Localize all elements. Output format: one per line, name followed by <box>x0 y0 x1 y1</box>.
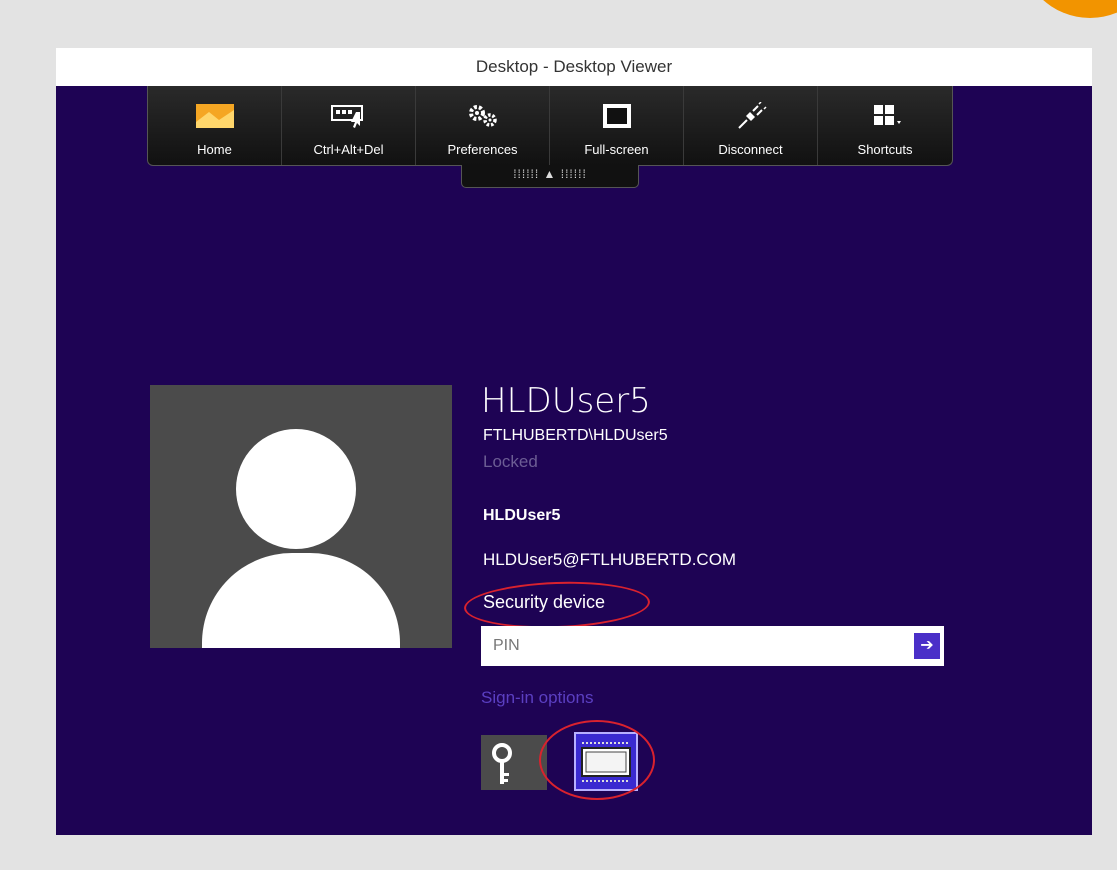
disconnect-button[interactable]: Disconnect <box>684 86 818 165</box>
plug-icon <box>738 102 767 129</box>
lock-status: Locked <box>483 452 538 471</box>
pin-input[interactable] <box>481 626 891 666</box>
corner-decoration <box>1020 0 1117 18</box>
gears-icon <box>469 105 497 127</box>
preferences-button[interactable]: Preferences <box>416 86 550 165</box>
full-screen-label: Full-screen <box>584 142 649 157</box>
keyboard-icon <box>331 105 363 128</box>
pin-field-container: ➔ <box>481 626 944 666</box>
shortcuts-label: Shortcuts <box>857 142 913 157</box>
domain-username: FTLHUBERTD\HLDUser5 <box>483 427 668 444</box>
ctrl-alt-del-button[interactable]: Ctrl+Alt+Del <box>282 86 416 165</box>
account-name: HLDUser5 <box>483 507 561 524</box>
submit-arrow-button[interactable]: ➔ <box>914 633 940 659</box>
preferences-label: Preferences <box>447 142 518 157</box>
avatar-head <box>236 429 356 549</box>
security-device-sign-in-option[interactable] <box>574 732 638 791</box>
key-sign-in-option[interactable] <box>481 735 547 790</box>
full-screen-icon <box>603 104 631 128</box>
avatar-body <box>202 553 400 648</box>
desktop-viewer-window: Desktop - Desktop Viewer Home Ctrl+Alt+D… <box>56 48 1092 835</box>
ctrl-alt-del-label: Ctrl+Alt+Del <box>313 142 384 157</box>
viewer-toolbar: Home Ctrl+Alt+Del Preferences Full-scree… <box>147 86 953 166</box>
key-icon <box>492 743 512 784</box>
disconnect-label: Disconnect <box>718 142 783 157</box>
toolbar-collapse-handle[interactable]: ⁞⁞⁞⁞⁞⁞ ▲ ⁞⁞⁞⁞⁞⁞ <box>461 165 639 188</box>
full-screen-button[interactable]: Full-screen <box>550 86 684 165</box>
grid-icon <box>874 105 901 125</box>
shortcuts-button[interactable]: Shortcuts <box>818 86 952 165</box>
home-icon <box>196 104 234 128</box>
home-button[interactable]: Home <box>148 86 282 165</box>
home-label: Home <box>197 142 232 157</box>
account-email: HLDUser5@FTLHUBERTD.COM <box>483 550 737 569</box>
credential-type-label: Security device <box>483 592 606 612</box>
display-name: HLDUser5 <box>481 381 651 421</box>
sign-in-options-link[interactable]: Sign-in options <box>481 688 593 708</box>
window-title: Desktop - Desktop Viewer <box>56 48 1092 86</box>
avatar <box>150 385 452 648</box>
smart-card-icon <box>581 742 631 782</box>
